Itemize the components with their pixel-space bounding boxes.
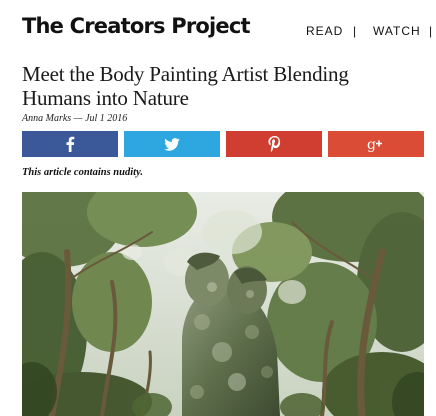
- share-buttons: g: [22, 131, 424, 157]
- nudity-notice: This article contains nudity.: [22, 167, 143, 178]
- nav-separator: |: [429, 24, 434, 38]
- author-name[interactable]: Anna Marks: [22, 113, 71, 124]
- twitter-icon: [164, 137, 180, 151]
- publish-date: Jul 1 2016: [85, 113, 128, 124]
- nav-read-link[interactable]: READ: [306, 24, 343, 38]
- hero-image[interactable]: [22, 192, 424, 416]
- google-plus-share-button[interactable]: g: [328, 131, 424, 157]
- twitter-share-button[interactable]: [124, 131, 220, 157]
- pinterest-share-button[interactable]: [226, 131, 322, 157]
- body-painting-photo: [22, 192, 424, 416]
- google-plus-icon: g: [367, 137, 385, 152]
- article-headline: Meet the Body Painting Artist Blending H…: [22, 62, 349, 110]
- facebook-share-button[interactable]: [22, 131, 118, 157]
- pinterest-icon: [267, 136, 281, 152]
- top-nav: READ | WATCH |: [0, 24, 436, 44]
- date-separator: —: [73, 113, 83, 124]
- nav-separator: |: [353, 24, 358, 38]
- article-byline: Anna Marks — Jul 1 2016: [22, 113, 127, 124]
- nav-watch-link[interactable]: WATCH: [373, 24, 421, 38]
- facebook-icon: [65, 136, 75, 152]
- svg-text:g: g: [367, 137, 376, 152]
